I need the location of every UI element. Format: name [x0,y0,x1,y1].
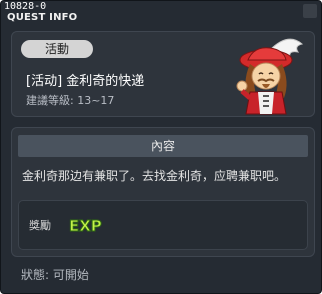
reward-label: 獎勵 [29,219,51,232]
reward-box: 獎勵 EXP [18,200,308,250]
recommended-level: 建議等級: 13~17 [26,94,115,107]
quest-summary-panel: 活動 [活动] 金利奇的快递 建議等級: 13~17 [11,31,315,117]
exp-icon: EXP [69,217,103,236]
quest-info-window: 10828-0 QUEST INFO 活動 [活动] 金利奇的快递 建議等級: … [0,0,322,294]
svg-text:EXP: EXP [69,217,102,235]
content-header: 內容 [18,135,308,157]
close-button[interactable] [303,4,317,18]
quest-status: 狀態: 可開始 [21,268,89,282]
quest-description: 金利奇那边有兼职了。去找金利奇，应聘兼职吧。 [22,169,287,183]
npc-portrait-icon [236,38,304,115]
quest-category-badge: 活動 [21,40,93,58]
quest-content-panel: 內容 金利奇那边有兼职了。去找金利奇，应聘兼职吧。 獎勵 EXP [11,127,315,257]
window-title: QUEST INFO [7,12,78,23]
quest-name: [活动] 金利奇的快递 [26,74,145,89]
